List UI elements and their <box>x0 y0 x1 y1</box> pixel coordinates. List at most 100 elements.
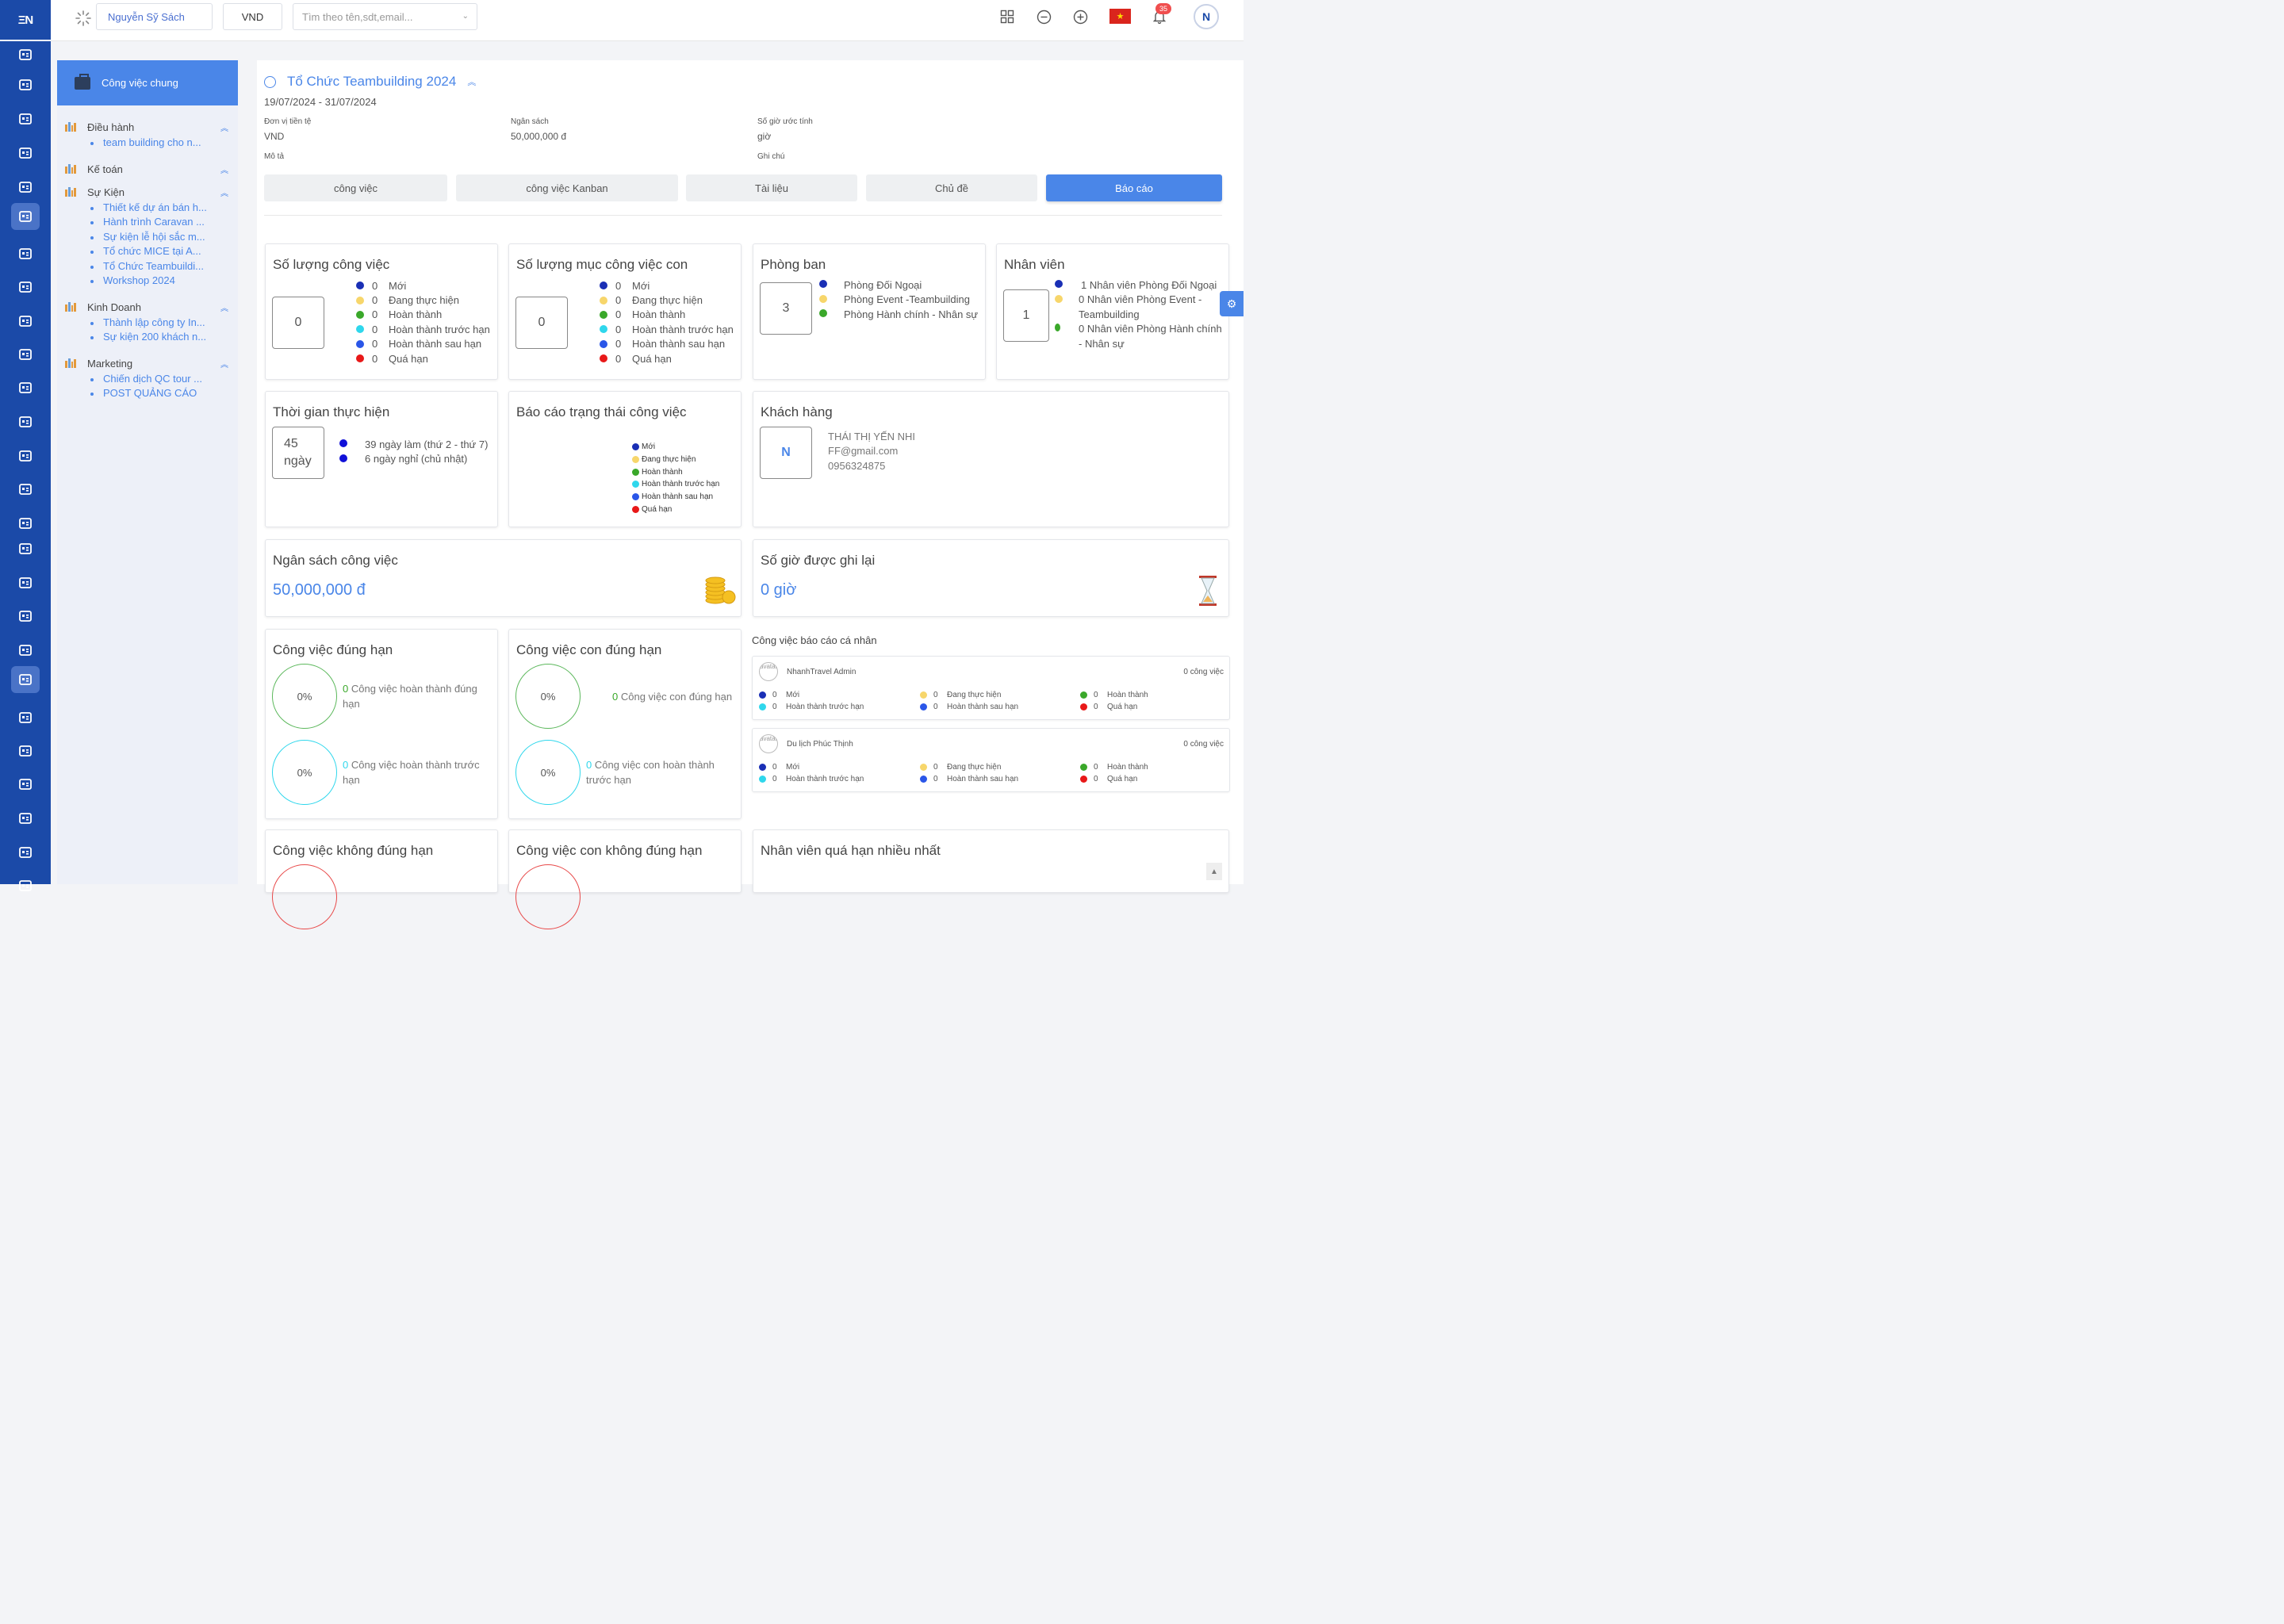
staff-item: 1 Nhân viên Phòng Đối Ngoại <box>1081 279 1217 291</box>
collapse-icon[interactable]: ︽ <box>220 186 228 198</box>
early-ring: 0% <box>272 740 337 805</box>
currency-value: VND <box>264 131 285 142</box>
group-title[interactable]: Kế toán <box>87 163 238 175</box>
search-placeholder: Tìm theo tên,sdt,email... <box>302 10 413 23</box>
building-icon[interactable] <box>11 637 40 664</box>
status-label: Đang thực hiện <box>389 294 459 307</box>
status-report-card: Báo cáo trạng thái công việc Mới Đang thự… <box>508 391 742 527</box>
invoice-icon[interactable] <box>11 839 40 866</box>
invoice-icon[interactable] <box>11 374 40 401</box>
status-circle-icon[interactable] <box>264 75 276 88</box>
inbox-icon[interactable] <box>11 240 40 267</box>
route-icon[interactable] <box>11 308 40 335</box>
tab-tasks[interactable]: công việc <box>264 174 447 201</box>
person-status: 0 Hoàn thành sau hạn <box>920 703 1018 711</box>
id-card-icon[interactable] <box>11 71 40 98</box>
group-title[interactable]: Marketing <box>87 358 238 370</box>
app-rail: ΞN <box>0 0 51 891</box>
project-link[interactable]: Workshop 2024 <box>87 274 238 289</box>
zoom-in-icon[interactable] <box>1071 8 1089 25</box>
zoom-out-icon[interactable] <box>1035 8 1052 25</box>
project-link[interactable]: Thiết kế dự án bán h... <box>87 201 238 216</box>
card-title: Thời gian thực hiện <box>273 404 390 419</box>
inbox-icon[interactable] <box>11 704 40 731</box>
status-count: 0 <box>1094 775 1098 783</box>
vietnam-flag-icon[interactable]: ★ <box>1109 9 1131 24</box>
status-dot <box>600 339 607 348</box>
chart-icon[interactable] <box>11 872 40 899</box>
app-logo[interactable]: ΞN <box>0 0 51 41</box>
group-title[interactable]: Kinh Doanh <box>87 301 238 313</box>
ontime-card: Công việc đúng hạn 0% 0 Công việc hoàn t… <box>265 629 498 819</box>
project-link[interactable]: Tổ Chức Teambuildi... <box>87 259 238 274</box>
avatar: avatar <box>759 734 778 753</box>
project-link[interactable]: team building cho n... <box>87 136 238 151</box>
tab-documents[interactable]: Tài liệu <box>686 174 857 201</box>
status-label: Hoàn thành sau hạn <box>642 492 714 502</box>
city-icon[interactable] <box>11 274 40 301</box>
task-total: 0 <box>272 297 324 349</box>
general-work-header[interactable]: Công việc chung <box>57 60 238 105</box>
store-icon[interactable] <box>11 140 40 167</box>
id-card-icon[interactable] <box>11 510 40 537</box>
id-card-icon[interactable] <box>11 535 40 562</box>
collapse-icon[interactable]: ︽ <box>220 301 228 313</box>
avatar[interactable]: N <box>1194 4 1219 29</box>
days-off: 6 ngày nghỉ (chủ nhật) <box>365 453 468 465</box>
settings-gear-icon[interactable]: ⚙ <box>1220 291 1244 316</box>
card-title: Nhân viên quá hạn nhiều nhất <box>761 843 941 858</box>
tab-topics[interactable]: Chủ đề <box>866 174 1037 201</box>
ticket-icon[interactable] <box>11 105 40 132</box>
person-status: 0 Hoàn thành trước hạn <box>759 703 864 711</box>
collapse-icon[interactable]: ︽ <box>220 163 228 175</box>
collapse-icon[interactable]: ︽ <box>220 358 228 370</box>
building-icon[interactable] <box>11 174 40 201</box>
clipboard-icon[interactable] <box>11 442 40 469</box>
person-status: 0 Mới <box>759 763 799 772</box>
hours-card: Số giờ được ghi lại 0 giờ <box>753 539 1229 617</box>
route-icon[interactable] <box>11 771 40 798</box>
apps-grid-icon[interactable] <box>998 8 1016 25</box>
legend-row: Đang thực hiện <box>632 454 719 466</box>
group-title[interactable]: Sự Kiện <box>87 186 238 198</box>
early-text: Công việc hoàn thành trước hạn <box>343 759 480 786</box>
folder-icon <box>65 358 76 368</box>
project-link[interactable]: Sự kiện 200 khách n... <box>87 330 238 345</box>
status-label: Hoàn thành <box>1107 763 1148 772</box>
briefcase-icon[interactable] <box>11 666 40 693</box>
project-link[interactable]: Sự kiện lễ hội sắc m... <box>87 230 238 245</box>
status-dot <box>1080 776 1087 783</box>
tab-report[interactable]: Báo cáo <box>1046 174 1222 201</box>
search-select[interactable]: Tìm theo tên,sdt,email... ⌄ <box>293 3 477 30</box>
project-link[interactable]: Thành lập công ty In... <box>87 316 238 331</box>
lightbulb-icon[interactable] <box>11 476 40 503</box>
city-icon[interactable] <box>11 737 40 764</box>
collapse-icon[interactable]: ︽ <box>467 75 476 88</box>
project-link[interactable]: POST QUẢNG CÁO <box>87 386 238 401</box>
project-link[interactable]: Hành trình Caravan ... <box>87 215 238 230</box>
calendar-icon[interactable] <box>11 805 40 832</box>
status-dot <box>356 354 364 363</box>
currency-selector[interactable]: VND <box>223 3 282 30</box>
calendar-icon[interactable] <box>11 341 40 368</box>
car-icon[interactable] <box>11 41 40 68</box>
budget-label: Ngân sách <box>511 117 549 126</box>
legend-row: 0 Hoàn thành sau hạn <box>356 337 490 351</box>
scroll-up-button[interactable]: ▲ <box>1206 863 1222 880</box>
chart-icon[interactable] <box>11 408 40 435</box>
sub-ontime-text: Công việc con đúng hạn <box>620 691 733 703</box>
person-status: 0 Hoàn thành sau hạn <box>920 775 1018 783</box>
project-link[interactable]: Tổ chức MICE tại A... <box>87 244 238 259</box>
ticket-icon[interactable] <box>11 569 40 596</box>
person-status: 0 Quá hạn <box>1080 703 1137 711</box>
status-label: Quá hạn <box>389 352 428 365</box>
briefcase-icon[interactable] <box>11 203 40 230</box>
coins-icon <box>705 576 736 604</box>
user-selector[interactable]: Nguyễn Sỹ Sách <box>96 3 213 30</box>
group-title[interactable]: Điều hành <box>87 121 238 133</box>
tab-kanban[interactable]: công việc Kanban <box>456 174 678 201</box>
status-dot <box>1080 691 1087 699</box>
project-link[interactable]: Chiến dịch QC tour ... <box>87 372 238 387</box>
store-icon[interactable] <box>11 603 40 630</box>
collapse-icon[interactable]: ︽ <box>220 121 228 133</box>
